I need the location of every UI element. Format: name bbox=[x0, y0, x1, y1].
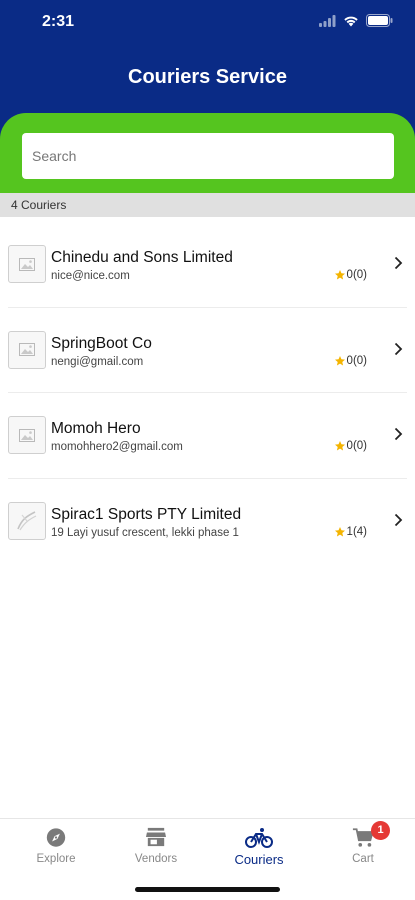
courier-rating: 1(4) bbox=[334, 526, 367, 538]
courier-row[interactable]: Momoh Hero momohhero2@gmail.com 0(0) bbox=[8, 393, 407, 479]
chevron-right-icon bbox=[394, 427, 403, 441]
star-icon bbox=[334, 441, 345, 451]
courier-rating: 0(0) bbox=[334, 269, 367, 281]
courier-rating: 0(0) bbox=[334, 355, 367, 367]
star-icon bbox=[334, 270, 345, 280]
wifi-icon bbox=[344, 16, 358, 26]
courier-email: nengi@gmail.com bbox=[51, 355, 144, 368]
signal-icon bbox=[319, 14, 336, 27]
courier-address: 19 Layi yusuf crescent, lekki phase 1 bbox=[51, 526, 239, 539]
courier-email: momohhero2@gmail.com bbox=[51, 441, 183, 453]
rating-value: 0(0) bbox=[346, 269, 367, 281]
chevron-right-icon bbox=[394, 513, 403, 526]
status-bar: 2:31 bbox=[0, 0, 415, 44]
search-input[interactable] bbox=[22, 133, 394, 179]
courier-email: nice@nice.com bbox=[51, 270, 130, 282]
compass-icon bbox=[46, 828, 66, 847]
courier-rating: 0(0) bbox=[334, 440, 367, 452]
courier-name: Momoh Hero bbox=[51, 420, 141, 437]
courier-count: 4 Couriers bbox=[0, 193, 415, 217]
star-icon bbox=[334, 355, 345, 365]
chevron-right-icon bbox=[394, 342, 403, 355]
page-title: Couriers Service bbox=[128, 66, 287, 88]
status-time: 2:31 bbox=[42, 13, 75, 30]
tab-couriers[interactable]: Couriers bbox=[207, 819, 311, 879]
tab-explore[interactable]: Explore bbox=[4, 819, 108, 879]
sports-logo-icon bbox=[17, 510, 37, 530]
tab-cart[interactable]: 1 Cart bbox=[311, 819, 415, 879]
rating-value: 0(0) bbox=[346, 440, 367, 452]
courier-row[interactable]: SpringBoot Co nengi@gmail.com 0(0) bbox=[8, 308, 407, 393]
tab-label: Cart bbox=[352, 853, 374, 865]
star-icon bbox=[334, 526, 345, 536]
courier-name: Chinedu and Sons Limited bbox=[51, 249, 233, 266]
courier-row[interactable]: Spirac1 Sports PTY Limited 19 Layi yusuf… bbox=[8, 479, 407, 565]
image-placeholder-icon bbox=[8, 330, 46, 369]
home-indicator[interactable] bbox=[135, 887, 280, 892]
tab-label: Explore bbox=[36, 853, 76, 865]
tab-label: Vendors bbox=[134, 853, 178, 865]
cart-badge: 1 bbox=[371, 821, 390, 840]
status-icons bbox=[319, 14, 393, 27]
chevron-right-icon bbox=[394, 256, 403, 270]
bicycle-icon bbox=[245, 828, 273, 848]
logo-thumbnail bbox=[8, 501, 46, 540]
courier-name: Spirac1 Sports PTY Limited bbox=[51, 505, 242, 523]
store-icon bbox=[146, 827, 166, 847]
rating-value: 1(4) bbox=[346, 525, 367, 538]
battery-icon bbox=[366, 14, 393, 27]
tab-label: Couriers bbox=[234, 852, 284, 867]
image-placeholder-icon bbox=[8, 416, 46, 454]
image-placeholder-icon bbox=[8, 245, 46, 283]
courier-list: Chinedu and Sons Limited nice@nice.com 0… bbox=[0, 222, 415, 564]
rating-value: 0(0) bbox=[346, 354, 367, 367]
courier-name: SpringBoot Co bbox=[51, 334, 152, 352]
tab-vendors[interactable]: Vendors bbox=[104, 819, 208, 879]
courier-row[interactable]: Chinedu and Sons Limited nice@nice.com 0… bbox=[8, 222, 407, 308]
search-band bbox=[0, 113, 415, 193]
